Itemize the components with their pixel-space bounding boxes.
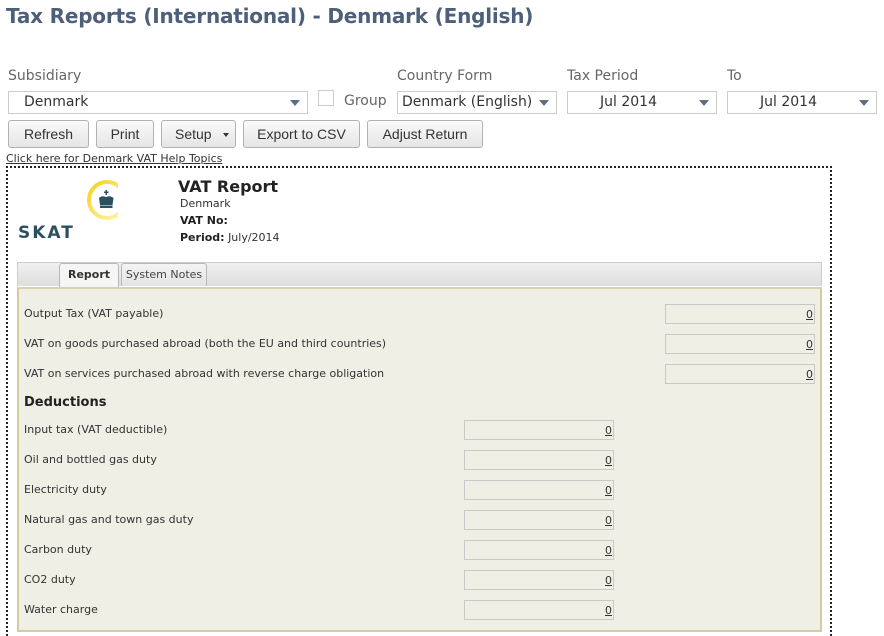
period-label: Period: [180,231,225,244]
report-country: Denmark [180,197,231,210]
print-button[interactable]: Print [96,120,154,148]
subsidiary-value: Denmark [24,94,89,110]
carbon-duty-value[interactable]: 0 [605,544,612,557]
tax-period-value: Jul 2014 [600,94,657,110]
to-select[interactable]: Jul 2014 [727,91,877,114]
oil-gas-duty-field: 0 [464,450,614,470]
input-tax-value[interactable]: 0 [605,424,612,437]
output-tax-label: Output Tax (VAT payable) [24,307,164,320]
vat-goods-abroad-value[interactable]: 0 [806,338,813,351]
setup-button[interactable]: Setup [161,120,236,148]
period-value: July/2014 [228,231,280,244]
caret-down-icon [223,133,229,137]
country-form-value: Denmark (English) [402,94,533,110]
subsidiary-label: Subsidiary [8,68,82,84]
vat-goods-abroad-label: VAT on goods purchased abroad (both the … [24,337,387,350]
page-title: Tax Reports (International) - Denmark (E… [6,4,534,28]
adjust-return-button[interactable]: Adjust Return [367,120,483,148]
co2-duty-field: 0 [464,570,614,590]
group-checkbox[interactable] [318,90,334,106]
electricity-duty-value[interactable]: 0 [605,484,612,497]
co2-duty-value[interactable]: 0 [605,574,612,587]
skat-logo: SKAT [18,178,127,243]
help-topics-link[interactable]: Click here for Denmark VAT Help Topics [6,152,222,165]
tab-report[interactable]: Report [59,263,119,287]
country-form-select[interactable]: Denmark (English) [397,91,557,114]
skat-logo-text: SKAT [18,223,75,243]
natural-gas-duty-value[interactable]: 0 [605,514,612,527]
electricity-duty-label: Electricity duty [24,483,107,496]
chevron-down-icon [539,100,549,106]
export-csv-button[interactable]: Export to CSV [243,120,360,148]
vat-services-abroad-label: VAT on services purchased abroad with re… [24,367,385,380]
to-label: To [727,68,742,84]
chevron-down-icon [699,100,709,106]
input-tax-label: Input tax (VAT deductible) [24,423,168,436]
water-charge-value[interactable]: 0 [605,604,612,617]
chevron-down-icon [290,100,300,106]
report-period: Period: July/2014 [180,231,280,244]
tax-period-select[interactable]: Jul 2014 [567,91,717,114]
oil-gas-duty-value[interactable]: 0 [605,454,612,467]
water-charge-field: 0 [464,600,614,620]
chevron-down-icon [859,100,869,106]
group-label: Group [344,93,387,109]
country-form-label: Country Form [397,68,493,84]
carbon-duty-field: 0 [464,540,614,560]
subsidiary-select[interactable]: Denmark [8,91,308,114]
vat-no: VAT No: [180,214,228,227]
to-value: Jul 2014 [760,94,817,110]
oil-gas-duty-label: Oil and bottled gas duty [24,453,157,466]
vat-services-abroad-field: 0 [665,364,815,384]
water-charge-label: Water charge [24,603,98,616]
report-title: VAT Report [178,177,279,196]
input-tax-field: 0 [464,420,614,440]
vat-goods-abroad-field: 0 [665,334,815,354]
deductions-heading: Deductions [24,395,107,410]
co2-duty-label: CO2 duty [24,573,76,586]
refresh-button[interactable]: Refresh [8,120,89,148]
natural-gas-duty-field: 0 [464,510,614,530]
tab-system-notes[interactable]: System Notes [121,263,207,286]
electricity-duty-field: 0 [464,480,614,500]
output-tax-field: 0 [665,304,815,324]
setup-label: Setup [175,126,212,142]
vat-services-abroad-value[interactable]: 0 [806,368,813,381]
vat-no-label: VAT No: [180,214,228,227]
tax-period-label: Tax Period [567,68,639,84]
carbon-duty-label: Carbon duty [24,543,92,556]
natural-gas-duty-label: Natural gas and town gas duty [24,513,194,526]
output-tax-value[interactable]: 0 [806,308,813,321]
